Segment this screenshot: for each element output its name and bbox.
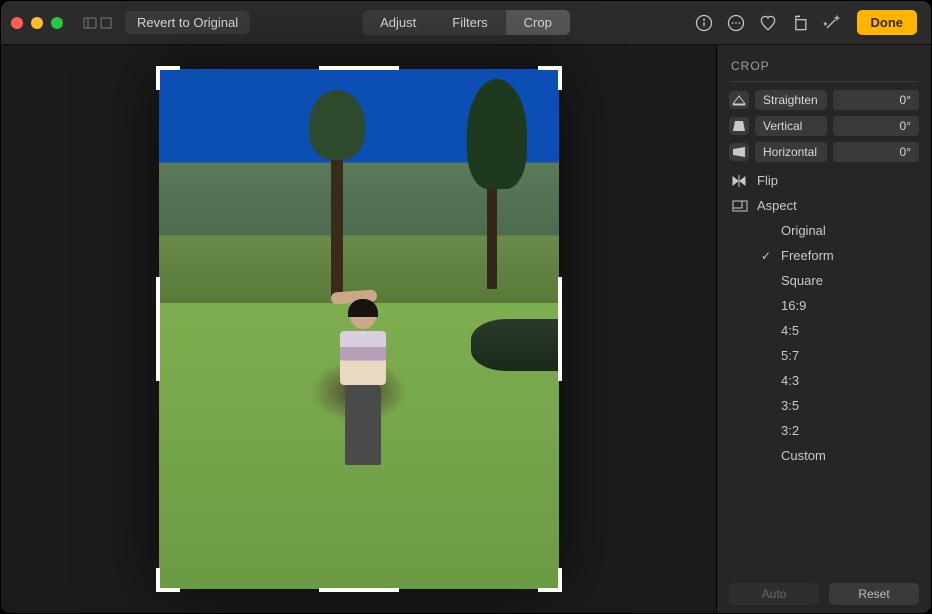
auto-enhance-button[interactable] bbox=[821, 12, 843, 34]
aspect-option-square[interactable]: Square bbox=[759, 268, 919, 293]
crop-sidebar: CROP Straighten 0° Vertical 0° bbox=[716, 45, 931, 613]
zoom-window-button[interactable] bbox=[51, 17, 63, 29]
photos-edit-window: Revert to Original Adjust Filters Crop D… bbox=[0, 0, 932, 614]
aspect-option-3-2[interactable]: 3:2 bbox=[759, 418, 919, 443]
crop-handle-bottom[interactable] bbox=[319, 588, 399, 592]
scene-tree bbox=[477, 79, 527, 318]
vertical-row[interactable]: Vertical 0° bbox=[729, 116, 919, 136]
aspect-option-freeform[interactable]: ✓ Freeform bbox=[759, 243, 919, 268]
aspect-icon bbox=[731, 199, 749, 213]
aspect-option-3-5[interactable]: 3:5 bbox=[759, 393, 919, 418]
aspect-option-4-5[interactable]: 4:5 bbox=[759, 318, 919, 343]
crop-handle-tl[interactable] bbox=[156, 66, 180, 90]
sidebar-toggle-icon bbox=[83, 16, 97, 30]
horizontal-value[interactable]: 0° bbox=[833, 142, 919, 162]
aspect-option-label: Original bbox=[781, 223, 826, 238]
heart-icon bbox=[758, 13, 778, 33]
flip-row[interactable]: Flip bbox=[729, 168, 919, 193]
horizontal-row[interactable]: Horizontal 0° bbox=[729, 142, 919, 162]
aspect-option-label: 3:2 bbox=[781, 423, 799, 438]
crop-handle-left[interactable] bbox=[156, 277, 160, 381]
aspect-option-label: Custom bbox=[781, 448, 826, 463]
aspect-option-label: 4:5 bbox=[781, 323, 799, 338]
aspect-option-label: Square bbox=[781, 273, 823, 288]
crop-frame[interactable] bbox=[159, 69, 559, 589]
close-window-button[interactable] bbox=[11, 17, 23, 29]
tab-filters[interactable]: Filters bbox=[434, 10, 505, 35]
straighten-row[interactable]: Straighten 0° bbox=[729, 90, 919, 110]
flip-label: Flip bbox=[757, 173, 778, 188]
window-controls bbox=[11, 17, 73, 29]
horizontal-label: Horizontal bbox=[755, 142, 827, 162]
info-icon bbox=[694, 13, 714, 33]
view-toggle[interactable] bbox=[83, 16, 113, 30]
toolbar: Revert to Original Adjust Filters Crop D… bbox=[1, 1, 931, 45]
toolbar-right: Done bbox=[693, 10, 922, 35]
photo-preview bbox=[159, 69, 559, 589]
rotate-icon bbox=[790, 13, 810, 33]
straighten-value[interactable]: 0° bbox=[833, 90, 919, 110]
aspect-option-label: 16:9 bbox=[781, 298, 806, 313]
aspect-option-label: Freeform bbox=[781, 248, 834, 263]
straighten-label: Straighten bbox=[755, 90, 827, 110]
body: CROP Straighten 0° Vertical 0° bbox=[1, 45, 931, 613]
aspect-list: Original ✓ Freeform Square 16:9 4:5 5:7 4… bbox=[759, 218, 919, 468]
scene-water bbox=[471, 319, 559, 371]
flip-icon bbox=[731, 174, 749, 188]
aspect-option-16-9[interactable]: 16:9 bbox=[759, 293, 919, 318]
aspect-option-label: 5:7 bbox=[781, 348, 799, 363]
tab-crop[interactable]: Crop bbox=[506, 10, 570, 35]
favorite-button[interactable] bbox=[757, 12, 779, 34]
reset-button[interactable]: Reset bbox=[829, 583, 919, 605]
aspect-option-custom[interactable]: Custom bbox=[759, 443, 919, 468]
more-button[interactable] bbox=[725, 12, 747, 34]
canvas-area bbox=[1, 45, 716, 613]
crop-handle-right[interactable] bbox=[558, 277, 562, 381]
checkmark-icon: ✓ bbox=[759, 249, 773, 263]
aspect-option-label: 4:3 bbox=[781, 373, 799, 388]
aspect-row[interactable]: Aspect bbox=[729, 193, 919, 218]
auto-button[interactable]: Auto bbox=[729, 583, 819, 605]
divider bbox=[729, 81, 919, 82]
crop-handle-top[interactable] bbox=[319, 66, 399, 70]
scene-person bbox=[335, 303, 391, 473]
straighten-icon bbox=[729, 91, 749, 109]
aspect-option-4-3[interactable]: 4:3 bbox=[759, 368, 919, 393]
revert-button[interactable]: Revert to Original bbox=[125, 11, 250, 34]
horizontal-perspective-icon bbox=[729, 143, 749, 161]
vertical-value[interactable]: 0° bbox=[833, 116, 919, 136]
grid-view-icon bbox=[99, 16, 113, 30]
crop-handle-br[interactable] bbox=[538, 568, 562, 592]
aspect-option-label: 3:5 bbox=[781, 398, 799, 413]
ellipsis-icon bbox=[726, 13, 746, 33]
sidebar-footer: Auto Reset bbox=[729, 575, 919, 605]
edit-mode-tabs: Adjust Filters Crop bbox=[362, 10, 570, 35]
wand-icon bbox=[822, 13, 842, 33]
minimize-window-button[interactable] bbox=[31, 17, 43, 29]
info-button[interactable] bbox=[693, 12, 715, 34]
vertical-perspective-icon bbox=[729, 117, 749, 135]
scene-tree bbox=[331, 100, 343, 298]
sidebar-title: CROP bbox=[731, 59, 919, 73]
rotate-button[interactable] bbox=[789, 12, 811, 34]
aspect-option-original[interactable]: Original bbox=[759, 218, 919, 243]
done-button[interactable]: Done bbox=[857, 10, 918, 35]
vertical-label: Vertical bbox=[755, 116, 827, 136]
crop-handle-tr[interactable] bbox=[538, 66, 562, 90]
aspect-label: Aspect bbox=[757, 198, 797, 213]
crop-handle-bl[interactable] bbox=[156, 568, 180, 592]
tab-adjust[interactable]: Adjust bbox=[362, 10, 434, 35]
aspect-option-5-7[interactable]: 5:7 bbox=[759, 343, 919, 368]
